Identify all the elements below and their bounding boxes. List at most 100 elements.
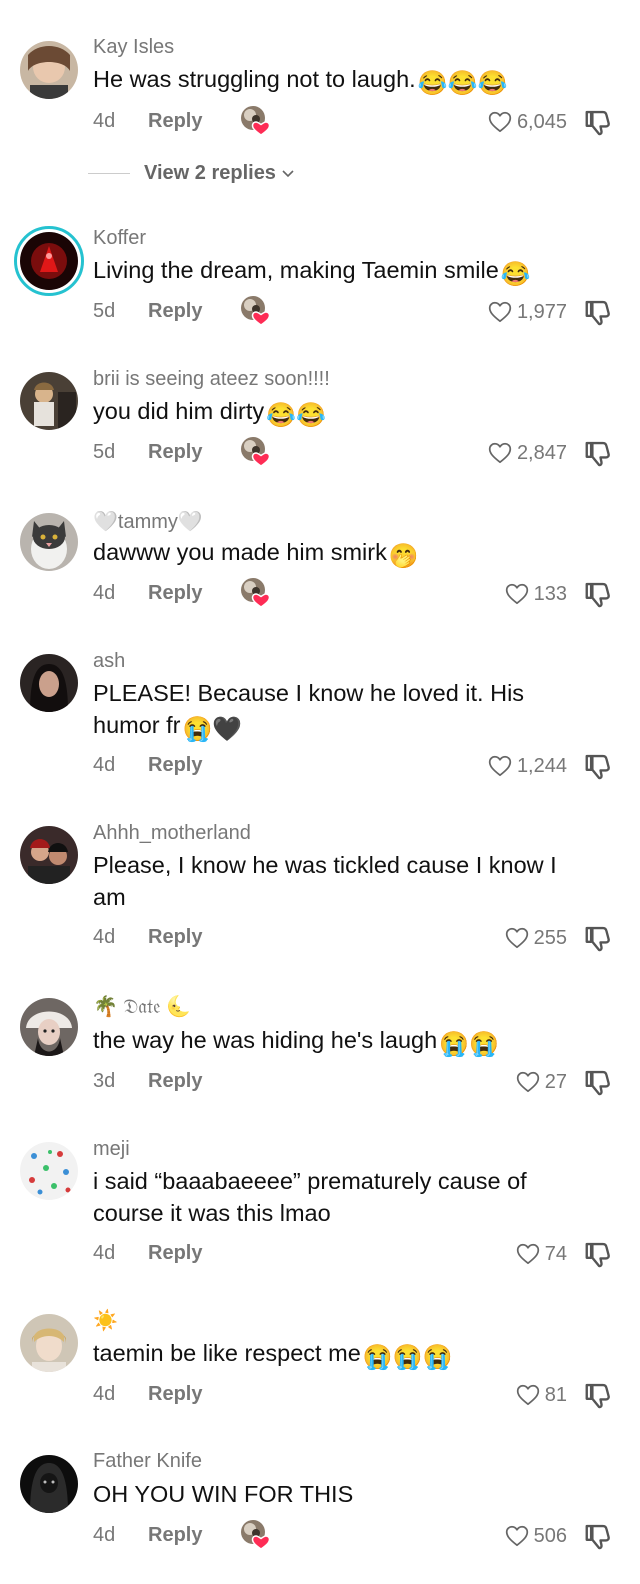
comment-username[interactable]: 🌴 𝔇𝔞𝔱𝔢 🌜 (93, 994, 191, 1019)
thumbs-down-icon[interactable] (583, 438, 613, 468)
comment-meta: 4d Reply 6,045 (93, 110, 613, 140)
thumbs-down-icon[interactable] (583, 751, 613, 781)
comment-text: you did him dirty😂😂 (93, 395, 593, 432)
avatar[interactable] (20, 1455, 78, 1513)
comment-text: Living the dream, making Taemin smile😂 (93, 254, 593, 291)
emoji: 😭😭😭 (362, 1344, 453, 1371)
like-count: 74 (544, 1242, 567, 1265)
thumbs-down-icon[interactable] (583, 1521, 613, 1551)
like-button[interactable]: 81 (515, 1381, 567, 1409)
view-replies-button[interactable]: View 2 replies (88, 158, 296, 188)
avatar[interactable] (20, 1314, 78, 1372)
creator-liked-heart-icon (239, 104, 273, 138)
like-button[interactable]: 255 (504, 924, 567, 952)
emoji: 😭😭 (439, 1031, 499, 1058)
comment-text: i said “baaabaeeee” prematurely cause of… (93, 1165, 593, 1229)
view-replies-label: View 2 replies (144, 161, 276, 184)
thumbs-down-icon[interactable] (583, 297, 613, 327)
creator-liked-heart-icon (239, 576, 273, 610)
avatar[interactable] (14, 226, 84, 296)
comment-time: 5d (93, 300, 116, 322)
like-button[interactable]: 1,244 (487, 752, 567, 780)
comment-username[interactable]: meji (93, 1138, 130, 1161)
heart-outline-icon[interactable] (487, 299, 513, 325)
comment-text: taemin be like respect me😭😭😭 (93, 1337, 593, 1374)
heart-outline-icon[interactable] (515, 1382, 541, 1408)
reply-button[interactable]: Reply (148, 300, 202, 323)
avatar[interactable] (20, 998, 78, 1056)
thumbs-down-icon[interactable] (583, 579, 613, 609)
comment-text: PLEASE! Because I know he loved it. His … (93, 677, 593, 746)
comment-body: OH YOU WIN FOR THIS (93, 1481, 354, 1507)
comment-text: the way he was hiding he's laugh😭😭 (93, 1024, 593, 1061)
heart-outline-icon[interactable] (504, 581, 530, 607)
comment-username[interactable]: Ahhh_motherland (93, 822, 251, 845)
reply-button[interactable]: Reply (148, 1524, 202, 1547)
reply-button[interactable]: Reply (148, 441, 202, 464)
comment-text: dawww you made him smirk🤭 (93, 536, 593, 573)
avatar[interactable] (20, 1142, 78, 1200)
heart-outline-icon[interactable] (515, 1241, 541, 1267)
like-button[interactable]: 506 (504, 1522, 567, 1550)
like-button[interactable]: 27 (515, 1068, 567, 1096)
heart-outline-icon[interactable] (487, 753, 513, 779)
like-button[interactable]: 1,977 (487, 298, 567, 326)
reply-button[interactable]: Reply (148, 1383, 202, 1406)
reply-button[interactable]: Reply (148, 754, 202, 777)
comment-text: OH YOU WIN FOR THIS (93, 1478, 593, 1510)
avatar[interactable] (20, 41, 78, 99)
comment-username[interactable]: Father Knife (93, 1450, 202, 1473)
thumbs-down-icon[interactable] (583, 1380, 613, 1410)
comment-body: i said “baaabaeeee” prematurely cause of… (93, 1168, 527, 1226)
comment-username[interactable]: ☀️ (93, 1308, 118, 1333)
thumbs-down-icon[interactable] (583, 923, 613, 953)
like-button[interactable]: 2,847 (487, 439, 567, 467)
comment-username[interactable]: brii is seeing ateez soon!!!! (93, 368, 330, 391)
comment-body: Living the dream, making Taemin smile (93, 257, 499, 283)
comment-time: 5d (93, 441, 116, 463)
comment-time: 3d (93, 1070, 116, 1092)
thumbs-down-icon[interactable] (583, 107, 613, 137)
comment-meta: 5d Reply 2,847 (93, 441, 613, 471)
heart-outline-icon[interactable] (515, 1069, 541, 1095)
reply-button[interactable]: Reply (148, 582, 202, 605)
like-count: 2,847 (516, 441, 567, 464)
emoji: 😭🖤 (182, 716, 243, 743)
comment-time: 4d (93, 754, 116, 776)
like-button[interactable]: 6,045 (487, 108, 567, 136)
comment-text: Please, I know he was tickled cause I kn… (93, 849, 593, 913)
emoji: 😂😂😂 (417, 70, 508, 97)
reply-button[interactable]: Reply (148, 1242, 202, 1265)
comment-body: you did him dirty (93, 398, 265, 424)
comment-username[interactable]: ash (93, 650, 125, 673)
avatar[interactable] (20, 826, 78, 884)
avatar[interactable] (20, 372, 78, 430)
like-button[interactable]: 74 (515, 1240, 567, 1268)
comment-username[interactable]: Koffer (93, 227, 146, 250)
comment-meta: 4d Reply 81 (93, 1383, 613, 1413)
like-count: 1,977 (516, 300, 567, 323)
avatar[interactable] (20, 654, 78, 712)
emoji: 😂 (500, 261, 531, 288)
like-button[interactable]: 133 (504, 580, 567, 608)
heart-outline-icon[interactable] (504, 925, 530, 951)
divider (88, 172, 130, 174)
heart-outline-icon[interactable] (504, 1523, 530, 1549)
reply-button[interactable]: Reply (148, 1070, 202, 1093)
thumbs-down-icon[interactable] (583, 1239, 613, 1269)
avatar[interactable] (20, 513, 78, 571)
heart-outline-icon[interactable] (487, 109, 513, 135)
comment-meta: 3d Reply 27 (93, 1070, 613, 1100)
comment-body: Please, I know he was tickled cause I kn… (93, 852, 557, 910)
comment-username[interactable]: 🤍tammy🤍 (93, 509, 203, 534)
heart-outline-icon[interactable] (487, 440, 513, 466)
comment-meta: 4d Reply 74 (93, 1242, 613, 1272)
reply-button[interactable]: Reply (148, 110, 202, 133)
comment-meta: 4d Reply 1,244 (93, 754, 613, 784)
thumbs-down-icon[interactable] (583, 1067, 613, 1097)
like-count: 81 (544, 1383, 567, 1406)
comment-username[interactable]: Kay Isles (93, 36, 174, 59)
comment-body: PLEASE! Because I know he loved it. His … (93, 680, 525, 738)
emoji: 😂😂 (266, 402, 326, 429)
reply-button[interactable]: Reply (148, 926, 202, 949)
